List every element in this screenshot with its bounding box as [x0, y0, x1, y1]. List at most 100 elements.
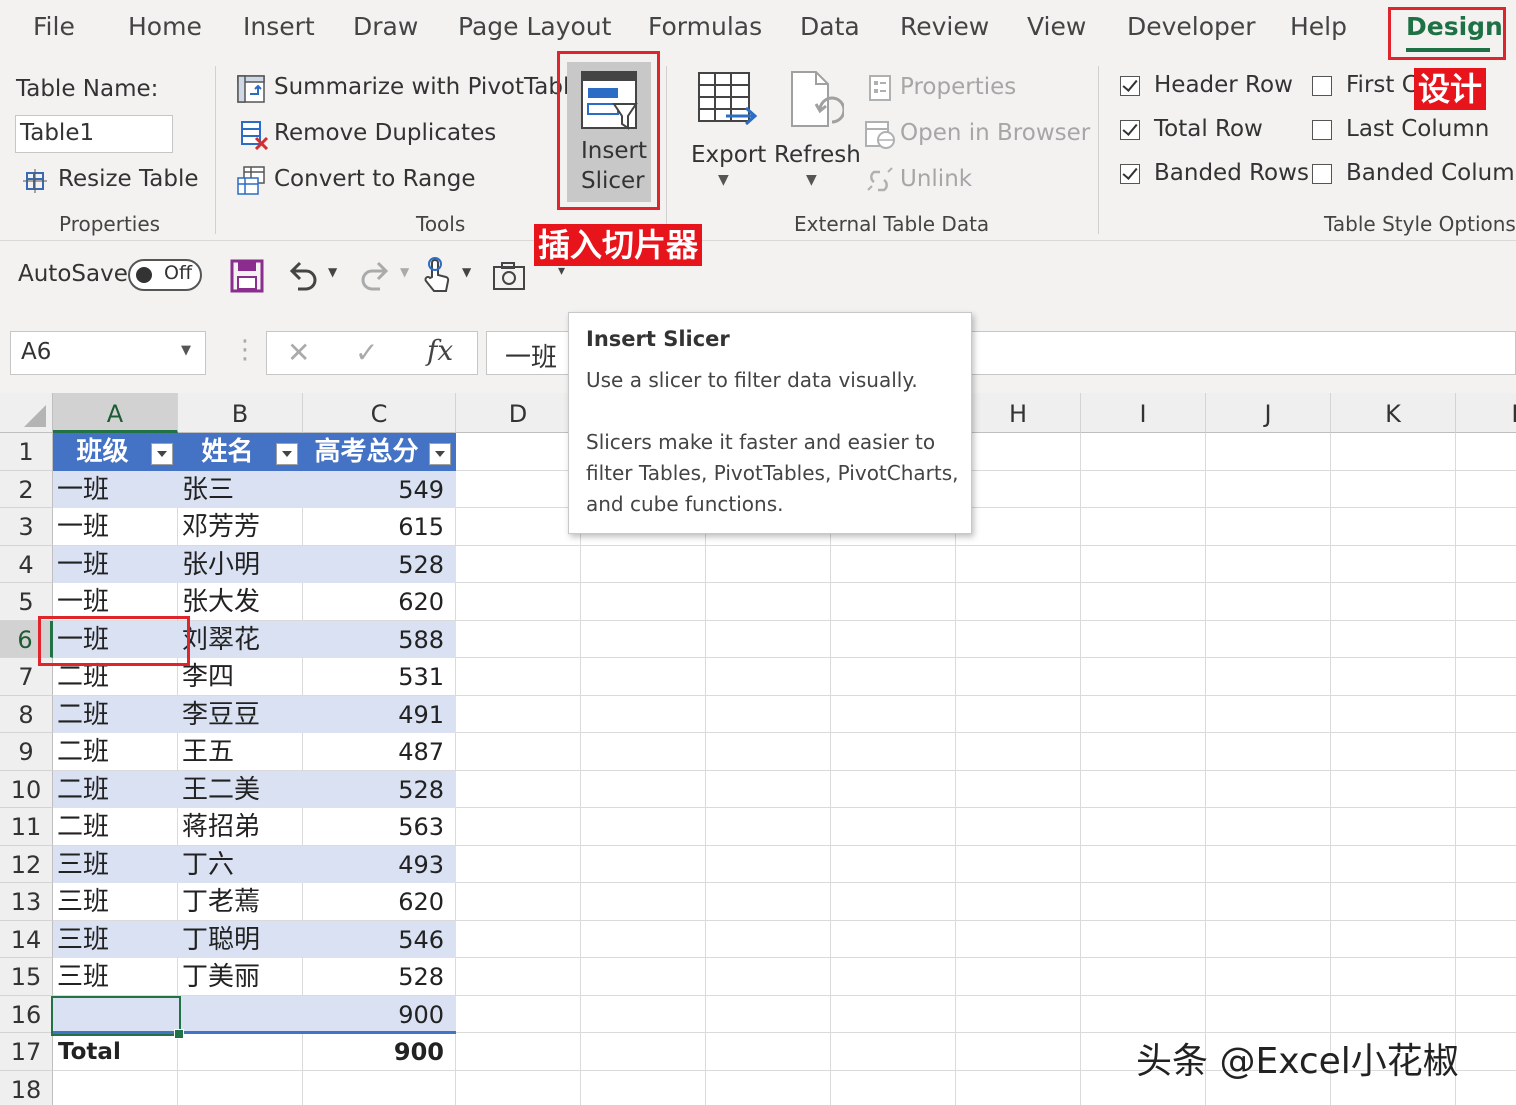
table-cell[interactable]: 一班: [57, 508, 178, 546]
enter-icon[interactable]: ✓: [355, 336, 378, 369]
table-cell[interactable]: 493: [307, 846, 456, 884]
total-label[interactable]: Total: [58, 1033, 178, 1071]
table-cell[interactable]: 丁六: [182, 846, 303, 884]
save-icon[interactable]: [230, 259, 264, 293]
redo-icon[interactable]: [358, 259, 392, 293]
table-cell[interactable]: 张三: [182, 471, 303, 509]
tab-file[interactable]: File: [33, 12, 75, 41]
table-header-cell[interactable]: 班级: [55, 433, 150, 471]
summarize-pivottable-button[interactable]: Summarize with PivotTable: [236, 72, 584, 106]
select-all-corner[interactable]: [0, 393, 53, 433]
total-row-checkbox[interactable]: Total Row: [1118, 116, 1298, 146]
table-cell[interactable]: 491: [307, 696, 456, 734]
table-cell[interactable]: 丁美丽: [182, 958, 303, 996]
column-header-h[interactable]: H: [956, 393, 1081, 433]
table-cell[interactable]: 531: [307, 658, 456, 696]
column-header-l[interactable]: L: [1456, 393, 1516, 433]
row-header-4[interactable]: 4: [0, 545, 53, 583]
undo-icon[interactable]: [286, 259, 320, 293]
column-header-c[interactable]: C: [303, 393, 456, 433]
tab-page-layout[interactable]: Page Layout: [458, 12, 611, 41]
filter-dropdown-icon[interactable]: [276, 443, 298, 465]
table-cell[interactable]: 二班: [57, 808, 178, 846]
tab-data[interactable]: Data: [800, 12, 860, 41]
export-button[interactable]: Export ▼: [686, 68, 766, 198]
table-cell[interactable]: 丁聪明: [182, 921, 303, 959]
row-header-5[interactable]: 5: [0, 583, 53, 621]
tab-review[interactable]: Review: [900, 12, 989, 41]
table-cell[interactable]: 三班: [57, 846, 178, 884]
table-cell[interactable]: 528: [307, 958, 456, 996]
autosave-toggle[interactable]: Off: [128, 259, 202, 291]
table-cell[interactable]: [182, 996, 303, 1034]
table-cell[interactable]: 李四: [182, 658, 303, 696]
table-cell[interactable]: 528: [307, 546, 456, 584]
column-header-a[interactable]: A: [53, 393, 178, 433]
table-cell[interactable]: 三班: [57, 921, 178, 959]
touch-mode-icon[interactable]: [422, 257, 452, 295]
table-header-cell[interactable]: 姓名: [180, 433, 275, 471]
row-header-16[interactable]: 16: [0, 995, 53, 1033]
column-header-i[interactable]: I: [1081, 393, 1206, 433]
table-cell[interactable]: 620: [307, 583, 456, 621]
row-header-12[interactable]: 12: [0, 845, 53, 883]
tab-help[interactable]: Help: [1290, 12, 1347, 41]
table-cell[interactable]: 二班: [57, 696, 178, 734]
cancel-icon[interactable]: ✕: [287, 336, 310, 369]
table-cell[interactable]: 549: [307, 471, 456, 509]
row-header-13[interactable]: 13: [0, 883, 53, 921]
table-cell[interactable]: 丁老蔫: [182, 883, 303, 921]
name-box-dropdown-icon[interactable]: ▼: [181, 343, 191, 358]
table-cell[interactable]: 一班: [57, 583, 178, 621]
resize-table-button[interactable]: Resize Table: [16, 164, 198, 198]
convert-to-range-button[interactable]: Convert to Range: [236, 164, 476, 198]
table-cell[interactable]: 二班: [57, 771, 178, 809]
undo-dropdown-icon[interactable]: ▼: [328, 265, 337, 279]
table-cell[interactable]: 二班: [57, 733, 178, 771]
tab-draw[interactable]: Draw: [353, 12, 418, 41]
table-cell[interactable]: 蒋招弟: [182, 808, 303, 846]
table-cell[interactable]: 三班: [57, 958, 178, 996]
table-cell[interactable]: 一班: [57, 471, 178, 509]
column-header-b[interactable]: B: [178, 393, 303, 433]
row-header-17[interactable]: 17: [0, 1033, 53, 1071]
tab-developer[interactable]: Developer: [1127, 12, 1256, 41]
remove-duplicates-button[interactable]: Remove Duplicates: [236, 118, 496, 152]
table-name-input[interactable]: Table1: [15, 115, 173, 153]
table-cell[interactable]: 一班: [57, 546, 178, 584]
header-row-checkbox[interactable]: Header Row: [1118, 72, 1298, 102]
table-cell[interactable]: 487: [307, 733, 456, 771]
touch-mode-dropdown-icon[interactable]: ▼: [462, 265, 471, 279]
table-cell[interactable]: 张小明: [182, 546, 303, 584]
row-header-14[interactable]: 14: [0, 920, 53, 958]
row-header-8[interactable]: 8: [0, 695, 53, 733]
insert-function-icon[interactable]: fx: [427, 334, 453, 367]
table-cell[interactable]: 620: [307, 883, 456, 921]
table-cell[interactable]: 528: [307, 771, 456, 809]
row-header-9[interactable]: 9: [0, 733, 53, 771]
table-cell[interactable]: 刘翠花: [182, 621, 303, 659]
column-header-k[interactable]: K: [1331, 393, 1456, 433]
row-header-1[interactable]: 1: [0, 433, 53, 471]
camera-icon[interactable]: [492, 261, 526, 291]
filter-dropdown-icon[interactable]: [429, 443, 451, 465]
last-column-checkbox[interactable]: Last Column: [1310, 116, 1510, 146]
filter-dropdown-icon[interactable]: [151, 443, 173, 465]
tab-home[interactable]: Home: [128, 12, 202, 41]
fill-handle[interactable]: [174, 1029, 184, 1039]
total-value[interactable]: 900: [303, 1033, 456, 1071]
banded-columns-checkbox[interactable]: Banded Columns: [1310, 160, 1516, 190]
column-header-d[interactable]: D: [456, 393, 581, 433]
column-header-j[interactable]: J: [1206, 393, 1331, 433]
name-box[interactable]: A6 ▼: [10, 331, 206, 375]
table-cell[interactable]: 李豆豆: [182, 696, 303, 734]
table-cell[interactable]: 王二美: [182, 771, 303, 809]
banded-rows-checkbox[interactable]: Banded Rows: [1118, 160, 1309, 190]
table-cell[interactable]: 邓芳芳: [182, 508, 303, 546]
refresh-button[interactable]: Refresh ▼: [772, 68, 861, 198]
table-cell[interactable]: 900: [307, 996, 456, 1034]
table-cell[interactable]: 563: [307, 808, 456, 846]
table-cell[interactable]: 615: [307, 508, 456, 546]
table-cell[interactable]: 546: [307, 921, 456, 959]
row-header-18[interactable]: 18: [0, 1070, 53, 1105]
